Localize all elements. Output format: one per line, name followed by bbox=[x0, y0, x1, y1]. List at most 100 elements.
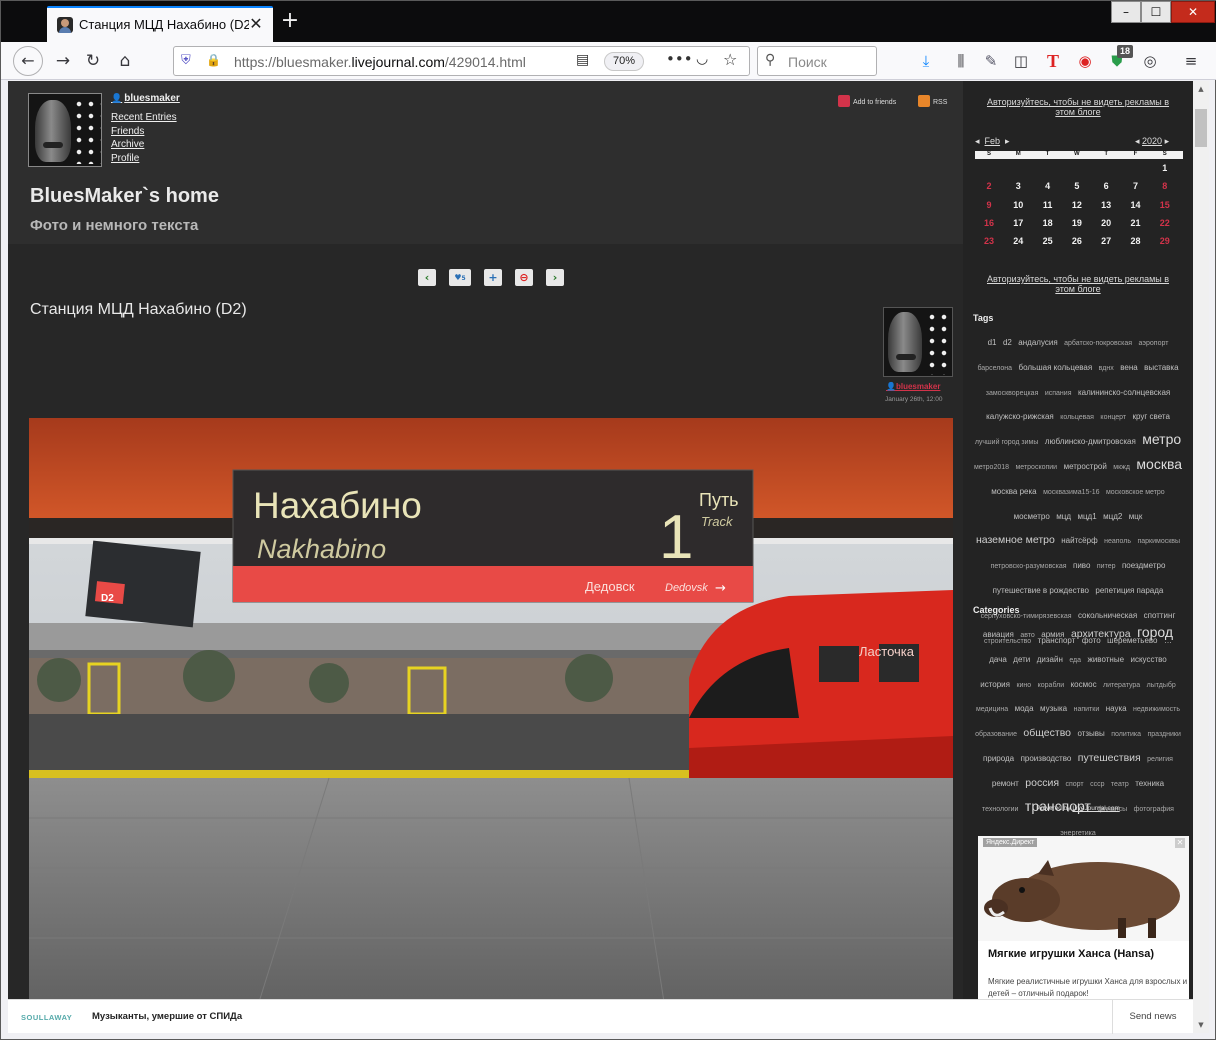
add-memory-icon[interactable]: + bbox=[484, 269, 502, 286]
calendar-day[interactable]: 6 bbox=[1096, 181, 1116, 191]
tag-link[interactable]: замоскворецкая bbox=[986, 390, 1039, 397]
category-link[interactable]: лытдыбр bbox=[1147, 682, 1176, 689]
entry-avatar[interactable] bbox=[883, 307, 953, 377]
tag-link[interactable]: круг света bbox=[1133, 412, 1170, 421]
livejournal-link[interactable]: LiveJournal.com bbox=[1072, 805, 1119, 812]
category-link[interactable]: политика bbox=[1111, 731, 1141, 738]
friends-link[interactable]: Friends bbox=[111, 126, 177, 140]
tag-link[interactable]: питер bbox=[1097, 563, 1116, 570]
eyedropper-icon[interactable]: ✎ bbox=[979, 49, 1003, 73]
search-input[interactable]: ⚲ Поиск bbox=[757, 46, 877, 76]
tag-link[interactable]: аэропорт bbox=[1139, 340, 1169, 347]
category-link[interactable]: город bbox=[1137, 624, 1173, 640]
category-link[interactable]: армия bbox=[1041, 630, 1064, 639]
flag-entry-icon[interactable]: ⊖ bbox=[515, 269, 533, 286]
calendar-day[interactable]: 23 bbox=[979, 236, 999, 246]
category-link[interactable]: ссср bbox=[1090, 781, 1104, 788]
category-link[interactable]: корабли bbox=[1038, 682, 1065, 689]
ticker-headline[interactable]: Музыканты, умершие от СПИДа bbox=[92, 1011, 242, 1022]
category-link[interactable]: кино bbox=[1016, 682, 1031, 689]
tag-link[interactable]: метро2018 bbox=[974, 464, 1009, 471]
home-button[interactable]: ⌂ bbox=[111, 48, 139, 74]
new-tab-button[interactable]: + bbox=[277, 8, 303, 34]
scroll-thumb[interactable] bbox=[1195, 109, 1207, 147]
tag-link[interactable]: путешествие в рождество bbox=[993, 586, 1089, 595]
category-link[interactable]: россия bbox=[1025, 777, 1059, 789]
calendar-day[interactable]: 21 bbox=[1126, 218, 1146, 228]
category-link[interactable]: космос bbox=[1071, 680, 1097, 689]
calendar-day[interactable]: 13 bbox=[1096, 200, 1116, 210]
tag-link[interactable]: пиво bbox=[1073, 561, 1090, 570]
back-button[interactable]: ← bbox=[13, 46, 43, 76]
tag-link[interactable]: москва река bbox=[991, 487, 1036, 496]
ad-title[interactable]: Мягкие игрушки Ханса (Hansa) bbox=[988, 948, 1183, 960]
calendar-day[interactable]: 25 bbox=[1038, 236, 1058, 246]
calendar-day[interactable]: 9 bbox=[979, 200, 999, 210]
ticker-brand[interactable]: SOULLAWAY bbox=[21, 1013, 72, 1022]
tag-link[interactable]: кольцевая bbox=[1060, 414, 1094, 421]
calendar-day[interactable]: 29 bbox=[1155, 236, 1175, 246]
calendar-year-nav[interactable]: ◂ 2020 ▸ bbox=[1135, 136, 1169, 147]
tag-link[interactable]: мосметро bbox=[1014, 512, 1050, 521]
tag-link[interactable]: метрострой bbox=[1064, 462, 1107, 471]
tag-link[interactable]: наземное метро bbox=[976, 534, 1055, 546]
add-to-friends-button[interactable]: Add to friends bbox=[838, 95, 896, 107]
category-link[interactable]: еда bbox=[1069, 657, 1081, 664]
calendar-day[interactable]: 10 bbox=[1008, 200, 1028, 210]
url-bar[interactable]: ⛨ 🔒 https://bluesmaker.livejournal.com/4… bbox=[173, 46, 750, 76]
calendar-day[interactable]: 3 bbox=[1008, 181, 1028, 191]
category-link[interactable]: авто bbox=[1020, 632, 1034, 639]
tag-link[interactable]: испания bbox=[1045, 390, 1072, 397]
category-link[interactable]: музыка bbox=[1040, 704, 1067, 713]
category-link[interactable]: общество bbox=[1023, 727, 1071, 739]
tag-link[interactable]: московское метро bbox=[1106, 489, 1165, 496]
ad-close-icon[interactable]: ✕ bbox=[1175, 838, 1185, 848]
tag-link[interactable]: мцк bbox=[1129, 512, 1143, 521]
category-link[interactable]: медицина bbox=[976, 706, 1008, 713]
account-icon[interactable]: ◎ bbox=[1138, 49, 1162, 73]
category-link[interactable]: недвижимость bbox=[1133, 706, 1180, 713]
tag-link[interactable]: москвазима15-16 bbox=[1043, 489, 1099, 496]
tag-link[interactable]: выставка bbox=[1144, 363, 1178, 372]
calendar-day[interactable]: 7 bbox=[1126, 181, 1146, 191]
tag-link[interactable]: поездметро bbox=[1122, 561, 1165, 570]
tag-link[interactable]: андалусия bbox=[1018, 338, 1057, 347]
calendar-day[interactable]: 11 bbox=[1038, 200, 1058, 210]
tag-link[interactable]: споттинг bbox=[1144, 611, 1176, 620]
category-link[interactable]: история bbox=[980, 680, 1010, 689]
like-button[interactable]: ♥5 bbox=[449, 269, 471, 286]
send-news-button[interactable]: Send news bbox=[1112, 1000, 1193, 1034]
tag-link[interactable]: концерт bbox=[1100, 414, 1126, 421]
category-link[interactable]: искусство bbox=[1130, 655, 1166, 664]
category-link[interactable]: техника bbox=[1135, 779, 1164, 788]
tag-link[interactable]: вена bbox=[1120, 363, 1137, 372]
calendar-day[interactable]: 5 bbox=[1067, 181, 1087, 191]
calendar-month-nav[interactable]: ◂ Feb ▸ bbox=[975, 136, 1010, 147]
auth-notice-link[interactable]: Авторизуйтесь, чтобы не видеть рекламы в… bbox=[983, 97, 1173, 117]
tag-link[interactable]: люблинско-дмитровская bbox=[1045, 437, 1136, 446]
tag-link[interactable]: найтсёрф bbox=[1061, 536, 1097, 545]
tracking-shield-icon[interactable]: ⛨ bbox=[181, 53, 191, 68]
category-link[interactable]: отзывы bbox=[1077, 729, 1104, 738]
category-link[interactable]: дизайн bbox=[1037, 655, 1063, 664]
ad-block[interactable]: Яндекс.Директ ✕ Мягкие игрушки Ханса (Ha… bbox=[978, 836, 1189, 1006]
calendar-day[interactable]: 19 bbox=[1067, 218, 1087, 228]
calendar-day[interactable]: 20 bbox=[1096, 218, 1116, 228]
tag-link[interactable]: мкжд bbox=[1113, 464, 1130, 471]
archive-link[interactable]: Archive bbox=[111, 139, 177, 153]
tag-link[interactable]: вднх bbox=[1099, 365, 1114, 372]
category-link[interactable]: дача bbox=[989, 655, 1007, 664]
profile-link[interactable]: Profile bbox=[111, 153, 177, 167]
category-link[interactable]: авиация bbox=[983, 630, 1014, 639]
tag-link[interactable]: арбатско-покровская bbox=[1064, 340, 1132, 347]
category-link[interactable]: ремонт bbox=[992, 779, 1019, 788]
downloads-icon[interactable]: ⤓ bbox=[914, 49, 938, 73]
tag-link[interactable]: метро bbox=[1142, 431, 1181, 447]
calendar-day[interactable]: 1 bbox=[1155, 163, 1175, 173]
category-link[interactable]: спорт bbox=[1065, 781, 1083, 788]
category-link[interactable]: праздники bbox=[1147, 731, 1180, 738]
category-link[interactable]: дети bbox=[1013, 655, 1030, 664]
avatar[interactable] bbox=[28, 93, 102, 167]
tag-link[interactable]: мцд bbox=[1056, 512, 1071, 521]
scroll-up-arrow-icon[interactable]: ▲ bbox=[1193, 81, 1209, 97]
